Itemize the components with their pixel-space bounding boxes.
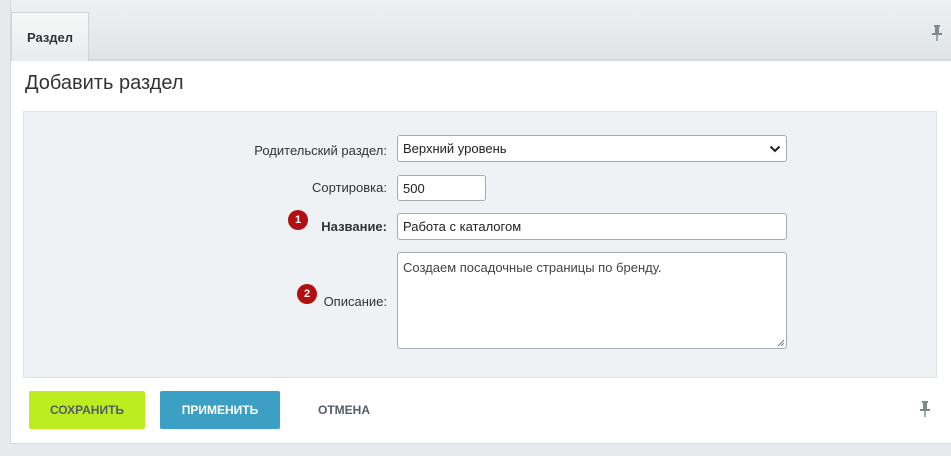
name-value: Работа с каталогом [403, 219, 522, 234]
edit-panel: Добавить раздел Родительский раздел: Вер… [10, 60, 951, 444]
pin-icon[interactable] [931, 25, 943, 41]
apply-button[interactable]: Применить [160, 391, 280, 429]
sort-input[interactable]: 500 [397, 175, 486, 201]
page-title: Добавить раздел [25, 72, 184, 94]
parent-section-label: Родительский раздел: [254, 143, 387, 158]
parent-section-value: Верхний уровень [403, 141, 507, 156]
tab-section[interactable]: Раздел [11, 12, 89, 61]
sort-value: 500 [403, 180, 425, 196]
cancel-button[interactable]: Отмена [301, 391, 387, 429]
parent-section-select[interactable]: Верхний уровень [397, 135, 787, 162]
name-input[interactable]: Работа с каталогом [397, 213, 787, 240]
description-textarea[interactable]: Создаем посадочные страницы по бренду. [397, 252, 787, 349]
sort-label: Сортировка: [312, 180, 387, 195]
form-area: Родительский раздел: Верхний уровень Сор… [23, 111, 937, 378]
description-label: Описание: [323, 294, 387, 309]
name-label: Название: [321, 219, 387, 234]
tab-bar: Раздел [10, 0, 951, 61]
pin-icon[interactable] [919, 401, 931, 417]
marker-badge-1: 1 [288, 210, 308, 230]
marker-badge-2: 2 [297, 284, 317, 304]
chevron-down-icon [769, 145, 781, 152]
tab-section-label: Раздел [26, 29, 74, 45]
save-button[interactable]: Сохранить [29, 391, 145, 429]
description-value: Создаем посадочные страницы по бренду. [403, 260, 662, 275]
resize-grip-icon[interactable] [776, 338, 785, 347]
